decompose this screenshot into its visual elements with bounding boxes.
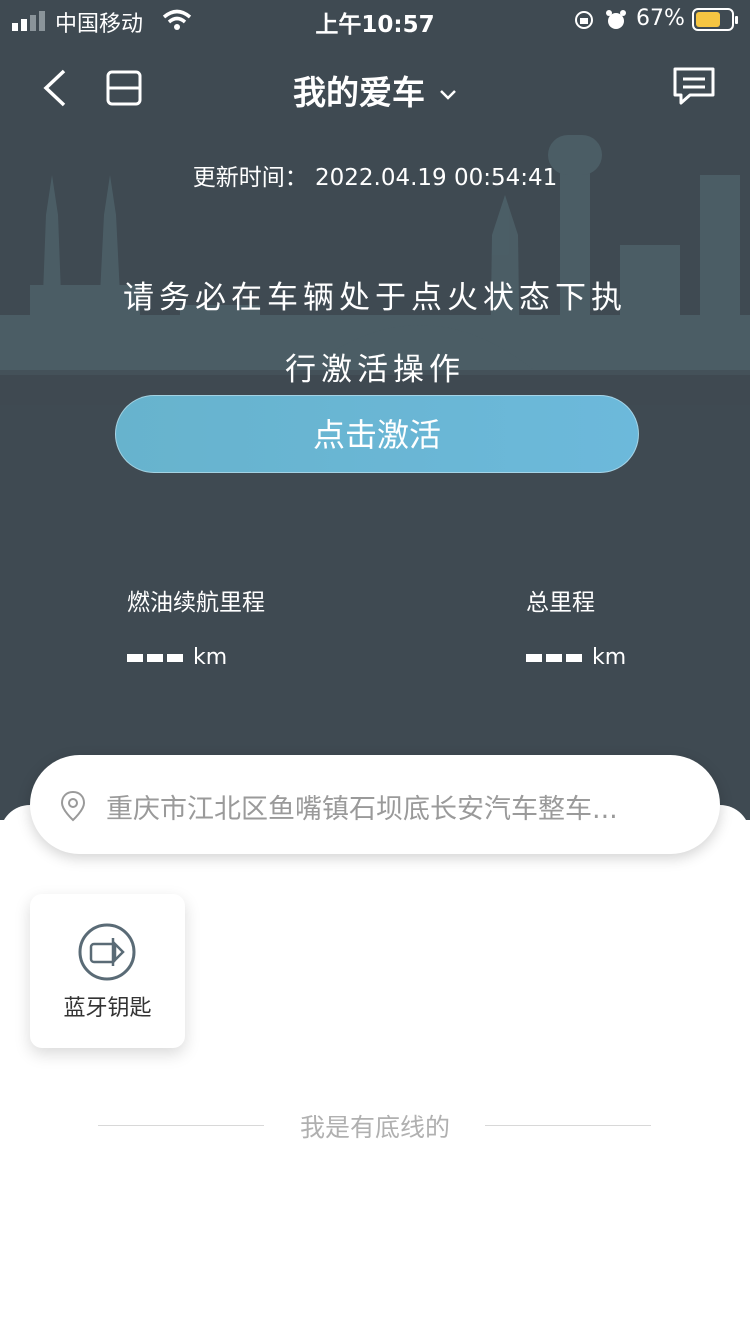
message-icon[interactable] <box>672 66 716 106</box>
bluetooth-key-icon <box>78 923 136 981</box>
content-sheet <box>0 805 750 1334</box>
total-mileage-stat: 总里程 km <box>526 583 626 670</box>
battery-icon <box>692 8 738 31</box>
activation-warning: 请务必在车辆处于点火状态下执行激活操作 <box>123 280 627 388</box>
status-bar: 中国移动 上午10:57 67% <box>0 0 750 40</box>
location-pin-icon <box>60 790 86 822</box>
alarm-icon <box>606 10 626 29</box>
page-title: 我的爱车 <box>293 73 425 112</box>
fuel-range-stat: 燃油续航里程 km <box>127 583 265 670</box>
footer-end-text: 我是有底线的 <box>299 1113 450 1142</box>
location-bar[interactable]: 重庆市江北区鱼嘴镇石坝底长安汽车整车... <box>30 755 720 854</box>
update-time-value: 2022.04.19 00:54:41 <box>315 165 558 191</box>
total-mileage-placeholder <box>526 654 582 662</box>
update-time-row: 更新时间： 2022.04.19 00:54:41 <box>0 158 750 192</box>
footer-divider-right <box>485 1125 651 1126</box>
fuel-range-label: 燃油续航里程 <box>127 590 265 616</box>
chevron-down-icon <box>440 89 456 100</box>
bluetooth-key-label: 蓝牙钥匙 <box>63 996 152 1021</box>
activate-button[interactable]: 点击激活 <box>115 395 639 473</box>
bluetooth-key-card[interactable]: 蓝牙钥匙 <box>30 894 185 1048</box>
rotation-lock-icon <box>575 11 593 29</box>
total-mileage-label: 总里程 <box>526 590 595 616</box>
nav-bar: 我的爱车 <box>0 40 750 135</box>
location-address: 重庆市江北区鱼嘴镇石坝底长安汽车整车... <box>106 794 618 825</box>
fuel-range-unit: km <box>193 645 228 670</box>
vehicle-header-area: 中国移动 上午10:57 67% 我的爱车 更新时间： 2022.04.19 0… <box>0 0 750 820</box>
fuel-range-placeholder <box>127 654 183 662</box>
total-mileage-unit: km <box>592 645 627 670</box>
vehicle-selector[interactable]: 我的爱车 <box>0 66 750 114</box>
update-time-label: 更新时间： <box>192 165 308 191</box>
battery-percent: 67% <box>636 6 685 31</box>
